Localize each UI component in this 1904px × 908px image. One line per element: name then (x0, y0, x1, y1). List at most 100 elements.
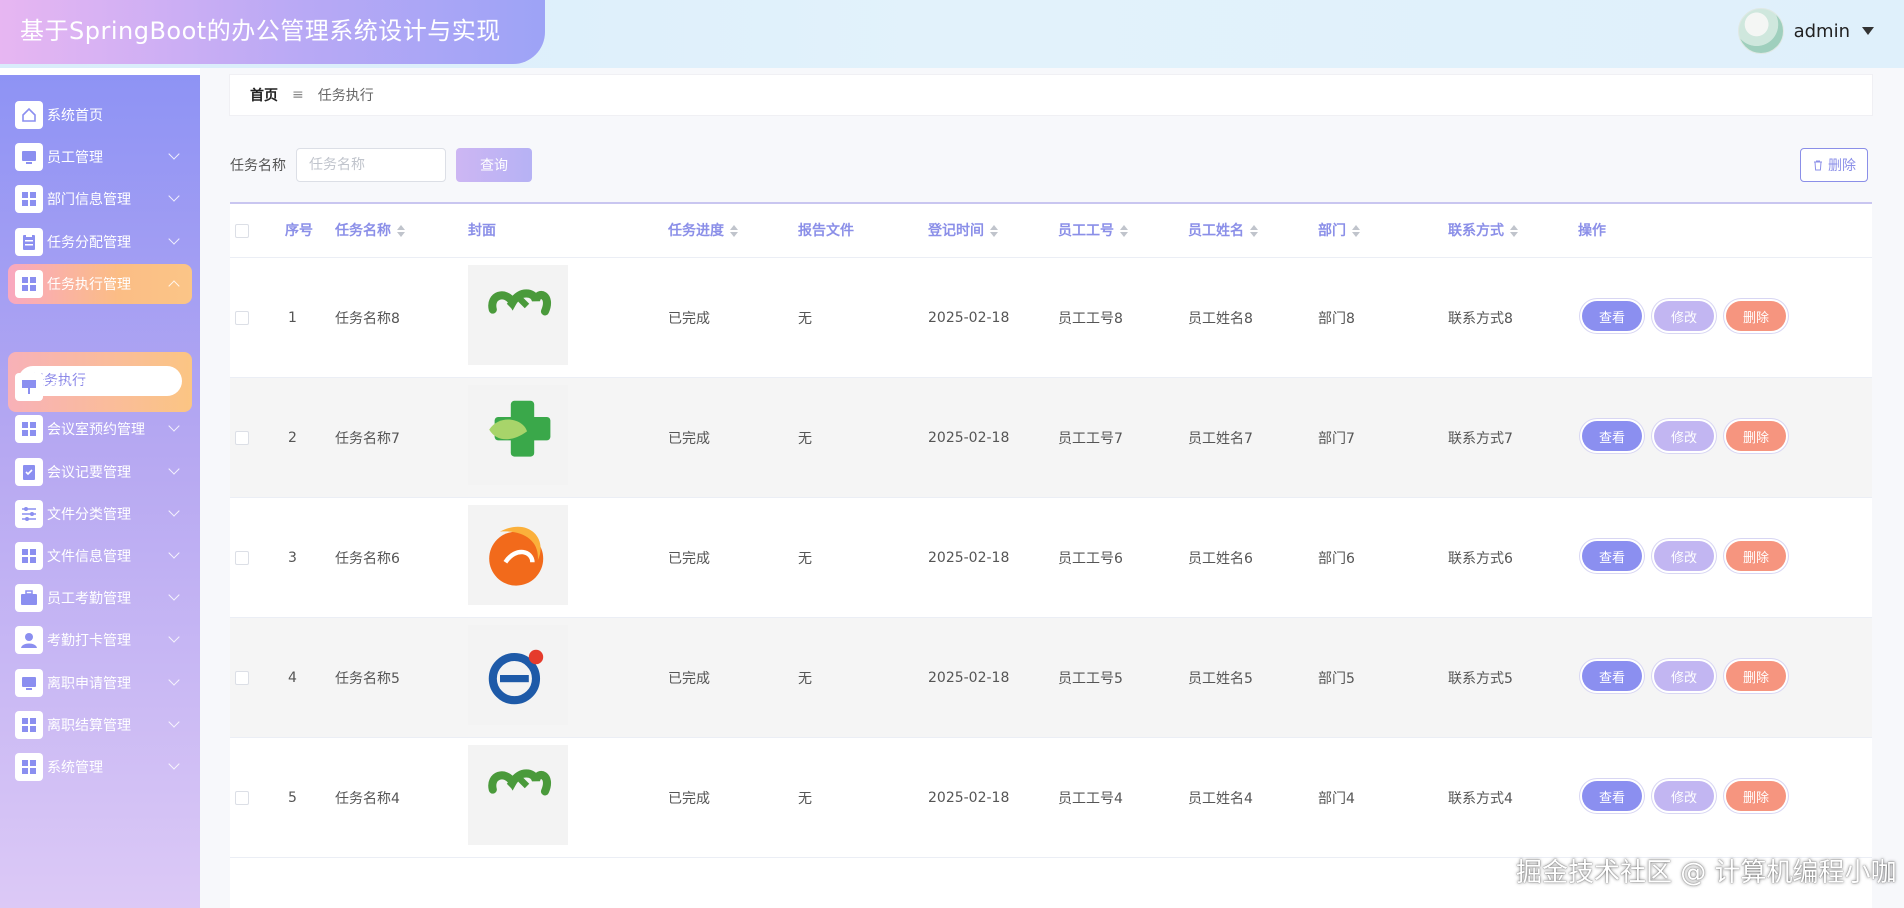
column-header: 操作 (1578, 204, 1606, 258)
register-date: 2025-02-18 (928, 790, 1010, 806)
home-icon (15, 101, 43, 129)
sidebar-item-label: 会议室预约管理 (47, 422, 145, 438)
chevron-down-icon (168, 420, 180, 432)
delete-button[interactable]: 删除 (1726, 541, 1786, 571)
checklist-icon (15, 458, 43, 486)
column-header[interactable]: 任务进度 (668, 204, 738, 258)
task-progress: 已完成 (668, 431, 710, 447)
column-header[interactable]: 登记时间 (928, 204, 998, 258)
edit-button[interactable]: 修改 (1654, 301, 1714, 331)
row-index: 1 (288, 310, 297, 326)
report-file: 无 (798, 431, 812, 447)
sort-icon[interactable] (1250, 225, 1258, 237)
sort-icon[interactable] (1510, 225, 1518, 237)
search-bar: 任务名称 查询 (230, 148, 532, 182)
sidebar-item-3[interactable]: 部门信息管理 (8, 179, 192, 219)
column-header: 封面 (468, 204, 496, 258)
row-checkbox[interactable] (235, 551, 249, 565)
chevron-down-icon (168, 190, 180, 202)
sort-icon[interactable] (730, 225, 738, 237)
search-input[interactable] (296, 148, 446, 182)
task-name: 任务名称4 (335, 791, 400, 807)
view-button[interactable]: 查看 (1582, 661, 1642, 691)
column-header[interactable]: 员工工号 (1058, 204, 1128, 258)
briefcase-icon (15, 584, 43, 612)
sidebar-item-12[interactable]: 考勤打卡管理 (8, 620, 192, 660)
sidebar-item-4[interactable]: 任务分配管理 (8, 222, 192, 262)
view-button[interactable]: 查看 (1582, 541, 1642, 571)
top-header: 基于SpringBoot的办公管理系统设计与实现 admin (0, 0, 1904, 68)
table-header: 序号 任务名称 封面 任务进度 报告文件 登记时间 员工工号 员工姓名 部门 联系方式 操作 (230, 204, 1872, 258)
sidebar-item-label: 任务执行管理 (47, 277, 131, 293)
sort-icon[interactable] (990, 225, 998, 237)
sidebar-item-label: 部门信息管理 (47, 192, 131, 208)
query-button[interactable]: 查询 (456, 148, 532, 182)
delete-button[interactable]: 删除 (1726, 781, 1786, 811)
task-progress: 已完成 (668, 551, 710, 567)
app-title: 基于SpringBoot的办公管理系统设计与实现 (0, 0, 545, 64)
column-header[interactable]: 联系方式 (1448, 204, 1518, 258)
contact-info: 联系方式4 (1448, 791, 1513, 807)
sidebar-item-14[interactable]: 离职结算管理 (8, 705, 192, 745)
sidebar-item-1[interactable]: 系统首页 (8, 95, 192, 135)
breadcrumb-separator-icon: ≡ (292, 87, 304, 103)
register-date: 2025-02-18 (928, 430, 1010, 446)
sidebar-item-label: 员工管理 (47, 150, 103, 166)
select-all-checkbox[interactable] (235, 224, 249, 238)
contact-info: 联系方式6 (1448, 551, 1513, 567)
view-button[interactable]: 查看 (1582, 301, 1642, 331)
avatar[interactable] (1737, 8, 1784, 54)
column-header[interactable]: 员工姓名 (1188, 204, 1258, 258)
task-name: 任务名称6 (335, 551, 400, 567)
row-checkbox[interactable] (235, 311, 249, 325)
employee-name: 员工姓名5 (1188, 671, 1253, 687)
cover-image (468, 625, 568, 725)
edit-button[interactable]: 修改 (1654, 421, 1714, 451)
user-menu[interactable]: admin (1737, 8, 1874, 54)
column-header[interactable]: 部门 (1318, 204, 1360, 258)
row-checkbox[interactable] (235, 671, 249, 685)
sort-icon[interactable] (397, 225, 405, 237)
sidebar-item-6[interactable]: 会议室信息管理 (8, 367, 192, 407)
breadcrumb: 首页 ≡ 任务执行 (230, 75, 1872, 115)
grid-icon (15, 415, 43, 443)
batch-delete-button[interactable]: 删除 (1800, 148, 1868, 182)
register-date: 2025-02-18 (928, 550, 1010, 566)
view-button[interactable]: 查看 (1582, 781, 1642, 811)
sort-icon[interactable] (1352, 225, 1360, 237)
sidebar-item-2[interactable]: 员工管理 (8, 137, 192, 177)
delete-button[interactable]: 删除 (1726, 421, 1786, 451)
edit-button[interactable]: 修改 (1654, 541, 1714, 571)
sidebar-item-13[interactable]: 离职申请管理 (8, 663, 192, 703)
task-name: 任务名称8 (335, 311, 400, 327)
sidebar-item-11[interactable]: 员工考勤管理 (8, 578, 192, 618)
monitor-icon (15, 143, 43, 171)
chevron-down-icon[interactable] (1862, 27, 1874, 35)
employee-name: 员工姓名6 (1188, 551, 1253, 567)
task-progress: 已完成 (668, 311, 710, 327)
batch-delete-label[interactable]: 删除 (1828, 155, 1856, 175)
sidebar-item-9[interactable]: 文件分类管理 (8, 494, 192, 534)
chevron-down-icon (168, 505, 180, 517)
username[interactable]: admin (1794, 21, 1850, 42)
edit-button[interactable]: 修改 (1654, 781, 1714, 811)
sidebar-item-15[interactable]: 系统管理 (8, 747, 192, 787)
delete-button[interactable]: 删除 (1726, 661, 1786, 691)
sidebar-item-5[interactable]: 任务执行管理 (8, 264, 192, 304)
row-checkbox[interactable] (235, 791, 249, 805)
breadcrumb-home[interactable]: 首页 (250, 85, 278, 105)
row-index: 2 (288, 430, 297, 446)
column-header[interactable]: 任务名称 (335, 204, 405, 258)
sidebar-item-7[interactable]: 会议室预约管理 (8, 409, 192, 449)
sort-icon[interactable] (1120, 225, 1128, 237)
column-header-label: 登记时间 (928, 223, 984, 239)
row-checkbox[interactable] (235, 431, 249, 445)
column-header: 序号 (285, 204, 313, 258)
search-label: 任务名称 (230, 158, 286, 174)
delete-button[interactable]: 删除 (1726, 301, 1786, 331)
edit-button[interactable]: 修改 (1654, 661, 1714, 691)
column-header-label: 报告文件 (798, 223, 854, 239)
sidebar-item-10[interactable]: 文件信息管理 (8, 536, 192, 576)
sidebar-item-8[interactable]: 会议记要管理 (8, 452, 192, 492)
view-button[interactable]: 查看 (1582, 421, 1642, 451)
